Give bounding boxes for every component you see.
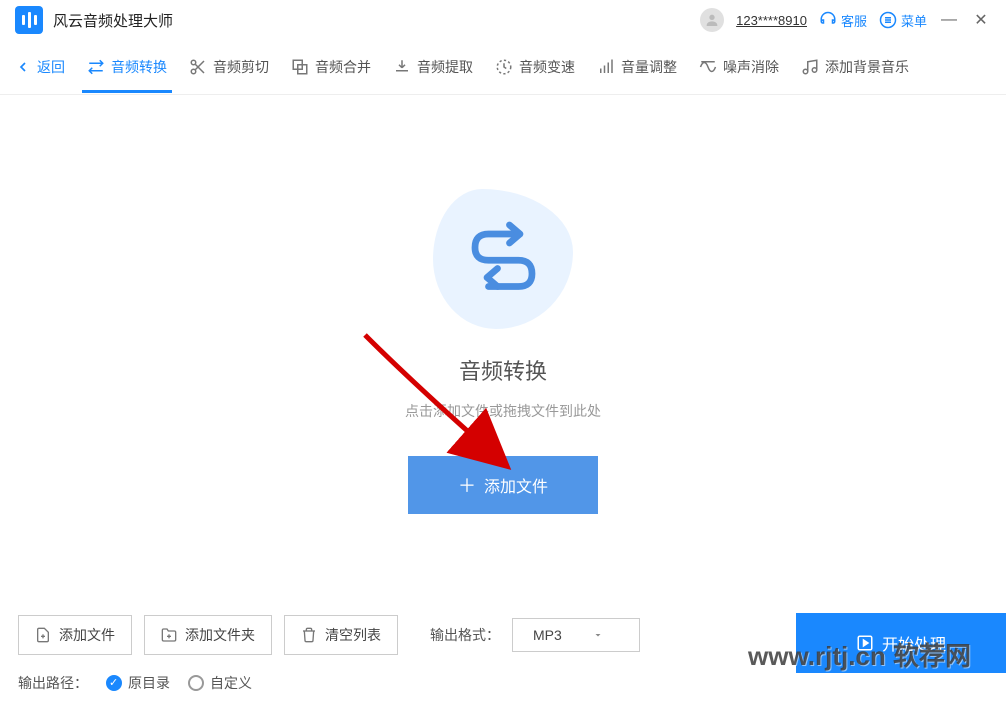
- tab-bar: 返回 音频转换 音频剪切 音频合并 音频提取 音频变速 音量调整 噪声消除 添加…: [0, 40, 1006, 95]
- menu-button[interactable]: 菜单: [879, 11, 927, 30]
- trash-icon: [301, 627, 317, 643]
- hero-icon: [428, 184, 578, 334]
- tab-audio-cut[interactable]: 音频剪切: [189, 41, 269, 93]
- tab-label: 音频合并: [315, 57, 371, 77]
- add-folder-label: 添加文件夹: [185, 625, 255, 645]
- user-avatar[interactable]: [700, 8, 724, 32]
- scissors-icon: [189, 58, 207, 76]
- add-file-button[interactable]: 添加文件: [18, 615, 132, 655]
- app-logo: [15, 6, 43, 34]
- tab-audio-convert[interactable]: 音频转换: [87, 41, 167, 93]
- app-title: 风云音频处理大师: [53, 10, 173, 31]
- back-button[interactable]: 返回: [15, 57, 65, 77]
- add-file-label: 添加文件: [59, 625, 115, 645]
- output-format-value: MP3: [533, 627, 562, 643]
- drop-zone[interactable]: 音频转换 点击添加文件或拖拽文件到此处 ＋ 添加文件: [0, 95, 1006, 603]
- headset-icon: [819, 11, 837, 29]
- noise-icon: [699, 58, 717, 76]
- convert-icon: [87, 58, 105, 76]
- radio-custom-label: 自定义: [210, 673, 252, 693]
- tab-label: 添加背景音乐: [825, 57, 909, 77]
- tab-audio-merge[interactable]: 音频合并: [291, 41, 371, 93]
- title-bar: 风云音频处理大师 123****8910 客服 菜单 — ✕: [0, 0, 1006, 40]
- add-folder-button[interactable]: 添加文件夹: [144, 615, 272, 655]
- user-id-link[interactable]: 123****8910: [736, 13, 807, 28]
- music-icon: [801, 58, 819, 76]
- tab-label: 音量调整: [621, 57, 677, 77]
- arrow-left-icon: [15, 59, 31, 75]
- menu-label: 菜单: [901, 11, 927, 30]
- tab-add-bgm[interactable]: 添加背景音乐: [801, 41, 909, 93]
- main-title: 音频转换: [459, 354, 547, 386]
- file-plus-icon: [35, 627, 51, 643]
- add-file-main-button[interactable]: ＋ 添加文件: [408, 456, 598, 514]
- chevron-down-icon: [592, 629, 604, 641]
- tab-audio-speed[interactable]: 音频变速: [495, 41, 575, 93]
- tab-label: 音频转换: [111, 57, 167, 77]
- radio-original-dir[interactable]: 原目录: [106, 673, 170, 693]
- output-format-label: 输出格式：: [430, 625, 500, 645]
- clear-list-label: 清空列表: [325, 625, 381, 645]
- tab-audio-extract[interactable]: 音频提取: [393, 41, 473, 93]
- speed-icon: [495, 58, 513, 76]
- close-button[interactable]: ✕: [971, 10, 991, 30]
- support-label: 客服: [841, 11, 867, 30]
- radio-custom-dir[interactable]: 自定义: [188, 673, 252, 693]
- tab-label: 音频变速: [519, 57, 575, 77]
- back-label: 返回: [37, 57, 65, 77]
- radio-dot-icon: [188, 675, 204, 691]
- tab-label: 噪声消除: [723, 57, 779, 77]
- main-subtitle: 点击添加文件或拖拽文件到此处: [405, 401, 601, 421]
- clear-list-button[interactable]: 清空列表: [284, 615, 398, 655]
- output-format-select[interactable]: MP3: [512, 618, 640, 652]
- minimize-button[interactable]: —: [939, 10, 959, 30]
- swap-arrows-icon: [466, 219, 541, 294]
- plus-icon: ＋: [458, 472, 476, 498]
- tab-noise-remove[interactable]: 噪声消除: [699, 41, 779, 93]
- folder-plus-icon: [161, 627, 177, 643]
- merge-icon: [291, 58, 309, 76]
- tab-label: 音频剪切: [213, 57, 269, 77]
- extract-icon: [393, 58, 411, 76]
- volume-icon: [597, 58, 615, 76]
- radio-dot-icon: [106, 675, 122, 691]
- support-button[interactable]: 客服: [819, 11, 867, 30]
- watermark-text: www.rjtj.cn 软荐网: [748, 636, 971, 673]
- output-path-label: 输出路径：: [18, 673, 88, 693]
- list-icon: [879, 11, 897, 29]
- tab-label: 音频提取: [417, 57, 473, 77]
- add-file-main-label: 添加文件: [484, 473, 548, 497]
- tab-volume-adjust[interactable]: 音量调整: [597, 41, 677, 93]
- radio-original-label: 原目录: [128, 673, 170, 693]
